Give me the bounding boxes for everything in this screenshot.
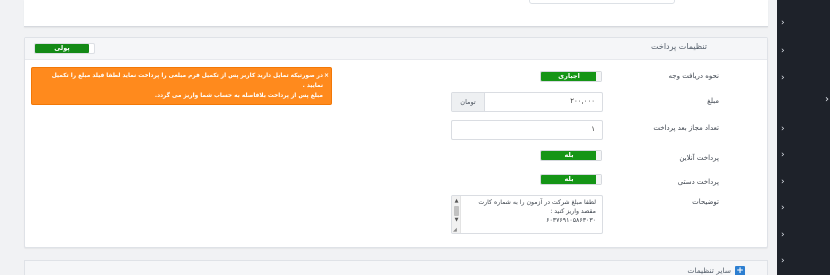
scroll-thumb[interactable] — [454, 206, 459, 216]
sidebar-arrow-icon[interactable]: › — [781, 177, 791, 187]
online-payment-toggle[interactable]: بله — [540, 150, 602, 161]
manual-payment-label: پرداخت دستی — [677, 178, 719, 186]
description-line-2: مقصد واریز کنید : — [550, 208, 596, 215]
scroll-up-icon[interactable]: ▲ — [453, 198, 460, 205]
paid-toggle-label: پولی — [35, 44, 89, 53]
payment-settings-title: تنظیمات پرداخت — [651, 42, 707, 51]
toggle-knob — [596, 151, 601, 160]
amount-label: مبلغ — [707, 97, 719, 105]
sidebar-arrow-icon[interactable]: › — [825, 95, 830, 105]
close-icon[interactable]: × — [324, 71, 329, 81]
textarea-scrollbar[interactable]: ▲ ▼ ◢ — [452, 196, 461, 233]
currency-addon: تومان — [452, 93, 485, 111]
sidebar-arrow-icon[interactable]: › — [781, 203, 791, 213]
scroll-down-icon[interactable]: ▼ — [453, 217, 460, 224]
payment-method-toggle[interactable]: اجباری — [540, 71, 602, 82]
sidebar-arrow-icon[interactable]: › — [781, 46, 791, 56]
payment-method-label: نحوه دریافت وجه — [668, 72, 719, 80]
paid-toggle[interactable]: پولی — [34, 43, 95, 54]
description-text: لطفا مبلغ شرکت در آزمون را به شماره کارت… — [461, 198, 596, 225]
manual-payment-toggle[interactable]: بله — [540, 174, 602, 185]
alert-line-1: در صورتیکه تمایل دارید کاربر پس از تکمیل… — [51, 73, 323, 89]
sidebar-arrow-icon[interactable]: › — [781, 73, 791, 83]
sidebar-arrow-icon[interactable]: › — [781, 230, 791, 240]
toggle-knob — [596, 175, 601, 184]
alert-line-2: مبلغ پس از پرداخت بلافاصله به حساب شما و… — [154, 93, 323, 99]
payment-settings-card: پولی تنظیمات پرداخت × در صورتیکه تمایل د… — [24, 37, 768, 248]
other-settings-title: سایر تنظیمات — [687, 266, 731, 275]
payment-count-label: تعداد مجاز بعد پرداخت — [653, 124, 719, 132]
description-line-3: ۶۰۳۷۶۹۱۰۵۸۶۳۰۳۰ — [546, 217, 596, 224]
sidebar-arrow-icon[interactable]: › — [781, 150, 791, 160]
sidebar-arrow-icon[interactable]: › — [781, 124, 791, 134]
sidebar-arrow-icon[interactable]: › — [781, 256, 791, 266]
sidebar: › › › › › › › › › › — [777, 0, 830, 275]
manual-payment-value: بله — [541, 175, 597, 184]
resize-grip-icon[interactable]: ◢ — [453, 227, 460, 233]
description-label: توضیحات — [692, 198, 719, 206]
payment-alert: × در صورتیکه تمایل دارید کاربر پس از تکم… — [31, 67, 332, 105]
other-settings-card[interactable]: + سایر تنظیمات — [24, 260, 768, 275]
online-payment-label: پرداخت آنلاین — [679, 154, 719, 162]
previous-section-input[interactable] — [529, 0, 675, 4]
amount-value: ۲۰۰,۰۰۰ — [570, 97, 595, 105]
description-textarea[interactable]: ▲ ▼ ◢ لطفا مبلغ شرکت در آزمون را به شمار… — [451, 195, 603, 234]
payment-count-field[interactable]: ۱ — [451, 120, 603, 140]
payment-method-value: اجباری — [541, 72, 597, 81]
payment-settings-header: پولی تنظیمات پرداخت — [25, 38, 767, 60]
amount-field[interactable]: تومان ۲۰۰,۰۰۰ — [451, 92, 603, 112]
plus-icon[interactable]: + — [735, 266, 745, 275]
online-payment-value: بله — [541, 151, 597, 160]
description-line-1: لطفا مبلغ شرکت در آزمون را به شماره کارت — [478, 199, 596, 206]
sidebar-arrow-icon[interactable]: › — [781, 18, 791, 28]
toggle-knob — [596, 72, 601, 81]
previous-section-card — [24, 0, 768, 27]
payment-count-value: ۱ — [591, 125, 595, 133]
